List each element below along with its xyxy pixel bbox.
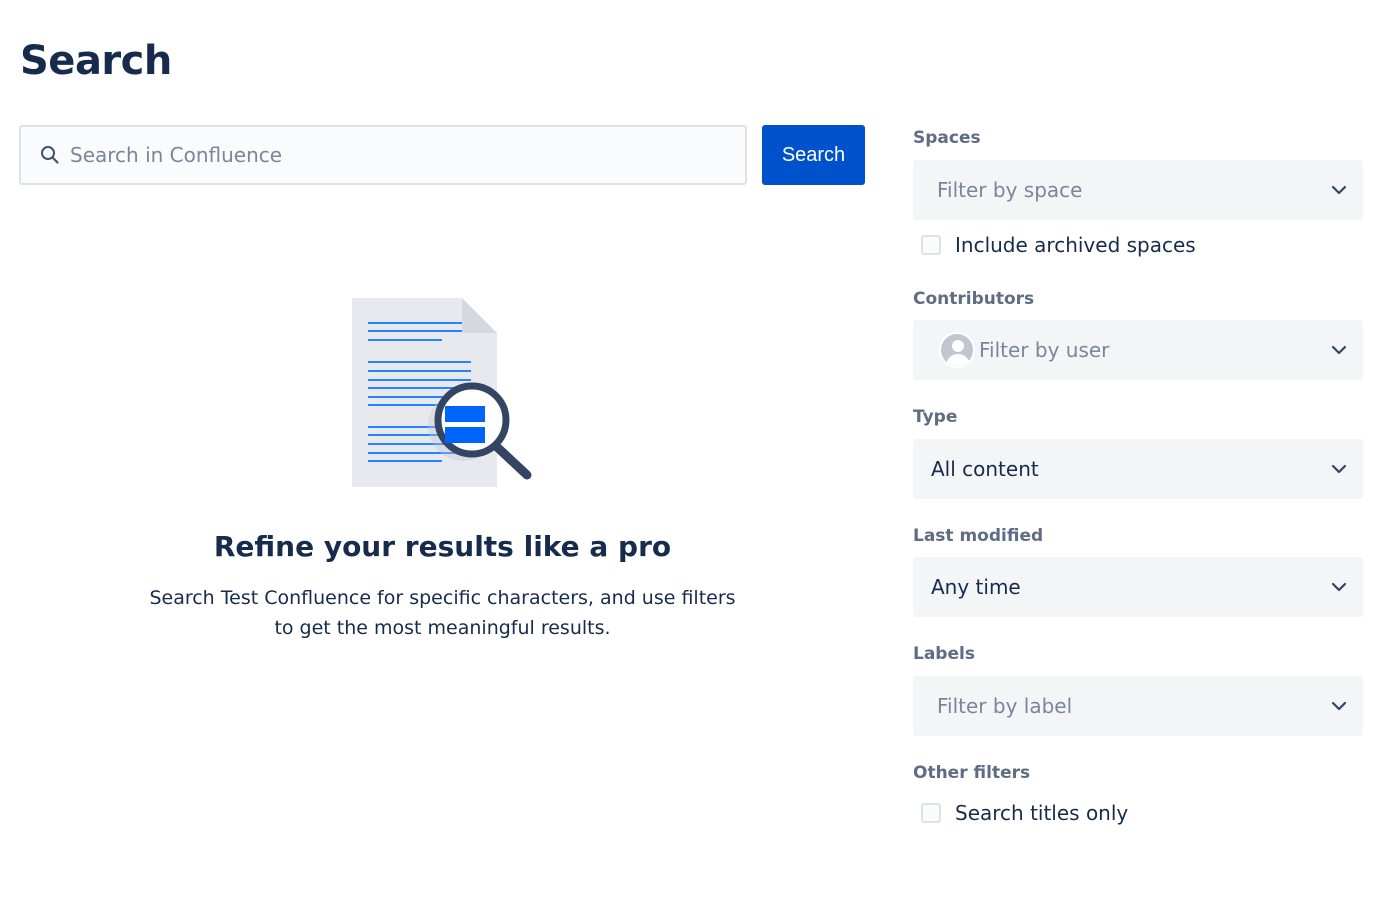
include-archived-label: Include archived spaces bbox=[955, 233, 1196, 257]
contributors-label: Contributors bbox=[913, 289, 1035, 309]
chevron-down-icon bbox=[1331, 582, 1347, 592]
empty-state-heading: Refine your results like a pro bbox=[213, 530, 672, 563]
chevron-down-icon bbox=[1331, 345, 1347, 355]
search-icon bbox=[40, 145, 60, 165]
type-filter-value: All content bbox=[931, 457, 1039, 481]
type-label: Type bbox=[913, 407, 958, 427]
label-filter-select[interactable]: Filter by label bbox=[913, 676, 1363, 736]
chevron-down-icon bbox=[1331, 185, 1347, 195]
include-archived-option[interactable]: Include archived spaces bbox=[921, 233, 1196, 257]
labels-label: Labels bbox=[913, 644, 975, 664]
space-filter-select[interactable]: Filter by space bbox=[913, 160, 1363, 220]
search-field[interactable] bbox=[19, 125, 747, 185]
spaces-label: Spaces bbox=[913, 128, 981, 148]
last-modified-label: Last modified bbox=[913, 526, 1044, 546]
other-filters-label: Other filters bbox=[913, 763, 1031, 783]
last-modified-select[interactable]: Any time bbox=[913, 557, 1363, 617]
search-document-illustration bbox=[345, 295, 545, 495]
include-archived-checkbox[interactable] bbox=[921, 235, 941, 255]
empty-state-description: Search Test Confluence for specific char… bbox=[149, 587, 736, 639]
space-filter-placeholder: Filter by space bbox=[937, 178, 1083, 202]
label-filter-placeholder: Filter by label bbox=[937, 694, 1073, 718]
user-avatar-icon bbox=[939, 332, 975, 368]
chevron-down-icon bbox=[1331, 701, 1347, 711]
type-filter-select[interactable]: All content bbox=[913, 439, 1363, 499]
titles-only-checkbox[interactable] bbox=[921, 803, 941, 823]
chevron-down-icon bbox=[1331, 464, 1347, 474]
titles-only-option[interactable]: Search titles only bbox=[921, 801, 1128, 825]
user-filter-select[interactable]: Filter by user bbox=[913, 320, 1363, 380]
page-title: Search bbox=[20, 38, 172, 84]
last-modified-value: Any time bbox=[931, 575, 1021, 599]
titles-only-label: Search titles only bbox=[955, 801, 1129, 825]
search-button[interactable]: Search bbox=[762, 125, 865, 185]
user-filter-placeholder: Filter by user bbox=[979, 338, 1110, 362]
search-input[interactable] bbox=[70, 135, 710, 175]
